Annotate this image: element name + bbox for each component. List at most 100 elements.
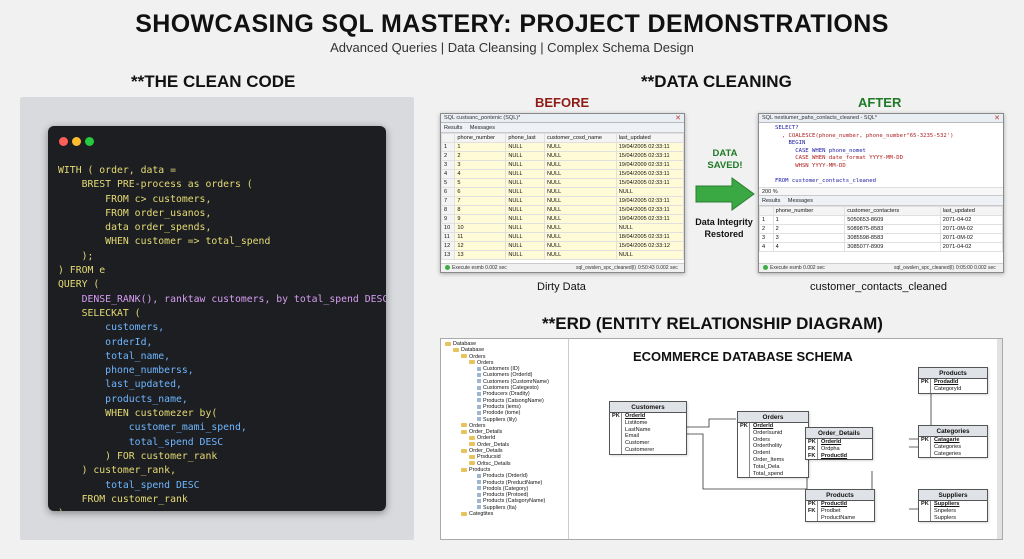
table-row[interactable]: 2 2 5089875-8583 2071-0M-02 <box>759 224 1003 234</box>
table-row[interactable]: 10 10 NULL NULL NULL <box>441 223 684 233</box>
table-cell: 3085077-8909 <box>844 242 941 252</box>
table-row[interactable]: 5 5 NULL NULL 15/04/2005 02:33:11 <box>441 178 684 188</box>
after-sql-editor[interactable]: SELECT? , COALESCE(phone_number, phone_n… <box>759 123 1003 188</box>
folder-icon <box>461 511 467 516</box>
code-line: DENSE_RANK(), ranktaw customers, by tota… <box>58 293 386 305</box>
tree-item-label: Customers (ID) <box>483 366 520 373</box>
tree-item-label: Products (Protoed) <box>483 492 529 499</box>
column-header[interactable]: last_updated <box>615 133 684 143</box>
sql-line: WHSN YYYY-MM-DD <box>775 162 846 169</box>
entity-header: Customers <box>610 402 686 413</box>
entity-products[interactable]: Products PK ProductId FK Prodbet ProductName <box>805 489 875 523</box>
code-line: customers, <box>58 322 165 334</box>
column-header[interactable]: phone_last <box>505 133 545 143</box>
code-editor[interactable]: WITH ( order, data = BREST PRE-process a… <box>48 126 386 511</box>
table-row[interactable]: 4 4 NULL NULL 15/04/2005 02:33:11 <box>441 169 684 179</box>
code-line: phone_numberss, <box>58 365 194 377</box>
minimize-dot-icon[interactable] <box>72 137 81 146</box>
entity-customers[interactable]: Customers PK OrderId Listitome LastName Email… <box>609 401 687 455</box>
table-row[interactable]: 12 12 NULL NULL 15/04/2005 02:33:12 <box>441 241 684 251</box>
column-header[interactable] <box>759 206 774 216</box>
table-row[interactable]: 1 1 NULL NULL 19/04/2005 02:33:11 <box>441 142 684 152</box>
before-window: SQL custsanc_pontenic (SQL)* ✕ Results Me… <box>440 113 685 273</box>
column-header[interactable]: customer_contacters <box>844 206 941 216</box>
tab-results[interactable]: Results <box>762 198 780 204</box>
table-row[interactable]: 3 3 3085598-8583 2071-0M-02 <box>759 233 1003 243</box>
table-cell: 2071-04-02 <box>939 215 1003 225</box>
table-icon <box>477 492 481 497</box>
entity-field: CategoryId <box>919 385 987 393</box>
sql-line: CASE WHEN date_format YYYY-MM-DD <box>775 155 903 162</box>
tree-item-label: Order_Details <box>469 429 503 436</box>
code-line: ); <box>58 250 94 262</box>
tab-messages[interactable]: Messages <box>470 125 495 131</box>
column-header[interactable]: phone_number <box>772 206 846 216</box>
entity-field: PK Suppliers <box>921 501 960 508</box>
entity-order-details[interactable]: Order_Details PK OrderId FK Ordpha FK ProductI… <box>805 427 873 461</box>
folder-icon <box>461 467 467 472</box>
entity-field: FK Prodbet <box>808 507 841 515</box>
entity-field: Categeries <box>919 450 987 458</box>
table-row[interactable]: 11 11 NULL NULL 18/04/2005 02:33:11 <box>441 232 684 242</box>
table-cell: 12 <box>454 241 507 251</box>
tab-messages[interactable]: Messages <box>788 198 813 204</box>
table-row[interactable]: 3 3 NULL NULL 19/04/2009 02:33:11 <box>441 160 684 170</box>
column-header[interactable]: phone_number <box>454 133 507 143</box>
table-cell: NULL <box>615 250 684 260</box>
close-icon[interactable]: ✕ <box>994 114 1000 123</box>
entity-field: Total_Dela <box>738 463 808 471</box>
entity-categories[interactable]: Categories PK Catagarie Categories Categerie… <box>918 425 988 459</box>
table-row[interactable]: 6 6 NULL NULL NULL <box>441 187 684 197</box>
tree-item-label: Products (CatsongName) <box>483 397 544 404</box>
tree-item-label: Customers (OrderId) <box>483 372 533 379</box>
column-header[interactable] <box>441 133 456 143</box>
tree-item-label: Database <box>461 347 485 354</box>
tab-results[interactable]: Results <box>444 125 462 131</box>
tree-item-label: Orders <box>477 359 494 366</box>
table-cell: 3 <box>772 233 846 243</box>
code-line: WHEN customezer by( <box>58 408 218 420</box>
folder-icon <box>469 442 475 447</box>
table-row[interactable]: 7 7 NULL NULL 19/04/2005 02:33:11 <box>441 196 684 206</box>
table-row[interactable]: 13 13 NULL NULL NULL <box>441 250 684 260</box>
code-line: ) FOR customer_rank <box>58 450 218 462</box>
column-header[interactable]: customer_cosd_name <box>543 133 617 143</box>
entity-field: PK ProdadId <box>921 379 959 386</box>
table-cell: 3085598-8583 <box>844 233 941 243</box>
entity-field: Customerer <box>610 446 686 454</box>
table-row[interactable]: 1 1 5050653-8609 2071-04-02 <box>759 215 1003 225</box>
close-dot-icon[interactable] <box>59 137 68 146</box>
column-header[interactable]: last_updated <box>939 206 1003 216</box>
code-lines: WITH ( order, data = BREST PRE-process a… <box>58 164 386 511</box>
maximize-dot-icon[interactable] <box>85 137 94 146</box>
after-window-title: SQL nestiumer_pahs_conlacts_cleaned - SQ… <box>759 114 1003 123</box>
erd-scrollbar[interactable] <box>997 339 1002 539</box>
tree-item[interactable]: Categtites <box>441 511 568 517</box>
code-line: BREST PRE-process as orders ( <box>58 179 253 191</box>
entity-field: FK ProductId <box>808 452 848 460</box>
entity-products-top[interactable]: Products PK ProdadId CategoryId <box>918 367 988 394</box>
table-cell: NULL <box>543 196 617 206</box>
table-row[interactable]: 8 8 NULL NULL 15/04/2005 02:33:11 <box>441 205 684 215</box>
entity-suppliers[interactable]: Suppliers PK Suppliers Snpelers Supplers <box>918 489 988 523</box>
tree-item-label: OrderId <box>477 435 496 442</box>
table-icon <box>477 505 481 510</box>
tree-item-label: Prodode (tome) <box>483 410 521 417</box>
folder-icon <box>469 454 475 459</box>
entity-orders[interactable]: Orders PK OrderId OrderIsunid Orders Ordertho… <box>737 411 809 479</box>
table-row[interactable]: 4 4 3085077-8909 2071-04-02 <box>759 242 1003 252</box>
table-row[interactable]: 9 9 NULL NULL 19/04/2005 02:33:11 <box>441 214 684 224</box>
table-row[interactable]: 2 2 NULL NULL 15/04/2005 02:33:11 <box>441 151 684 161</box>
code-line: WITH ( order, data = <box>58 165 176 176</box>
erd-canvas: ECOMMERCE DATABASE SCHEMA Customers PK Ord… <box>573 339 1002 539</box>
tree-item-label: Categtites <box>469 511 494 518</box>
data-saved-text: DATA SAVED! <box>707 148 743 171</box>
code-line: ) customer_rank, <box>58 465 176 477</box>
close-icon[interactable]: ✕ <box>675 114 681 123</box>
table-cell: NULL <box>505 178 545 188</box>
table-cell: NULL <box>543 142 617 152</box>
code-line: ) FROM e <box>58 265 106 277</box>
table-cell: NULL <box>543 187 617 197</box>
zoom-level[interactable]: 200 % <box>762 189 778 195</box>
tree-item-label: Products (OrderId) <box>483 473 528 480</box>
